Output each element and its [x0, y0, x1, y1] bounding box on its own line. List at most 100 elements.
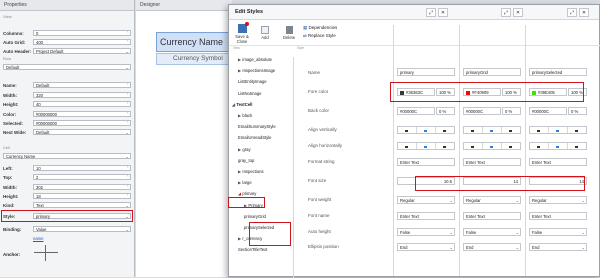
- align-center-icon[interactable]: [417, 143, 436, 149]
- align-vertical-toggle[interactable]: [529, 126, 587, 134]
- tree-item[interactable]: ListEntityImage: [238, 79, 267, 84]
- binding-link[interactable]: name: [33, 236, 43, 241]
- font-size-input[interactable]: 14: [529, 177, 587, 185]
- expand-arrow-icon[interactable]: ◢: [232, 102, 235, 107]
- font-size-input[interactable]: 14: [463, 177, 521, 185]
- tree-item[interactable]: ▶ gray: [238, 147, 251, 152]
- expand-arrow-icon[interactable]: ◢: [238, 191, 241, 196]
- property-value-field[interactable]: Default ⌃: [33, 82, 131, 88]
- property-value-field[interactable]: 10 ⌃: [33, 165, 131, 171]
- property-value-field[interactable]: 40 ⌃: [33, 101, 131, 107]
- ellipsis-select[interactable]: End ⌄: [529, 243, 587, 251]
- restore-icon[interactable]: ⤢: [501, 8, 511, 17]
- align-start-icon[interactable]: [464, 127, 483, 133]
- font-name-input[interactable]: Enter Text: [397, 212, 455, 220]
- auto-height-select[interactable]: False ⌄: [397, 228, 455, 236]
- align-start-icon[interactable]: [530, 127, 549, 133]
- property-value-field[interactable]: 0 ⌃: [33, 30, 131, 36]
- align-end-icon[interactable]: [436, 127, 454, 133]
- property-value-field[interactable]: 302 ⌃: [33, 184, 131, 190]
- row-select[interactable]: Default ⌄: [3, 64, 131, 70]
- tree-item[interactable]: gray_top: [238, 158, 254, 163]
- close-icon[interactable]: ✕: [513, 8, 523, 17]
- expand-arrow-icon[interactable]: ▶: [238, 180, 241, 185]
- align-start-icon[interactable]: [398, 127, 417, 133]
- expand-arrow-icon[interactable]: ▶: [238, 147, 241, 152]
- fore-color-picker[interactable]: #F40909: [463, 88, 501, 96]
- back-opacity[interactable]: 0 %: [502, 107, 521, 115]
- tree-item[interactable]: ▶ r_currency: [238, 236, 262, 241]
- anchor-picker[interactable]: [34, 245, 58, 261]
- align-end-icon[interactable]: [502, 143, 520, 149]
- align-start-icon[interactable]: [464, 143, 483, 149]
- fore-opacity[interactable]: 100 %: [436, 88, 455, 96]
- align-center-icon[interactable]: [549, 143, 568, 149]
- close-icon[interactable]: ✕: [438, 8, 448, 17]
- font-name-input[interactable]: Enter Text: [463, 212, 521, 220]
- align-center-icon[interactable]: [483, 143, 502, 149]
- delete-button[interactable]: Delete: [281, 26, 297, 40]
- property-value-field[interactable]: #00000000 ⌃: [33, 111, 131, 117]
- expand-arrow-icon[interactable]: ▶: [238, 169, 241, 174]
- expand-arrow-icon[interactable]: ▶: [244, 203, 247, 208]
- property-value-field[interactable]: Project Default ⌄: [33, 48, 131, 54]
- fore-opacity[interactable]: 100 %: [502, 88, 521, 96]
- align-horizontal-toggle[interactable]: [397, 142, 455, 150]
- property-value-field[interactable]: 320 ⌃: [33, 92, 131, 98]
- align-end-icon[interactable]: [436, 143, 454, 149]
- property-value-field[interactable]: Value ⌄: [33, 226, 131, 232]
- tree-item[interactable]: SectionTitleText: [238, 247, 267, 252]
- style-name-input[interactable]: primaryGrid: [463, 68, 521, 76]
- replace-style-button[interactable]: ⇄ Replace Style: [303, 33, 336, 39]
- font-weight-select[interactable]: Regular ⌄: [529, 196, 587, 204]
- fore-color-picker[interactable]: #36363C: [397, 88, 435, 96]
- restore-icon[interactable]: ⤢: [426, 8, 436, 17]
- back-color-picker[interactable]: #00000C: [463, 107, 501, 115]
- align-end-icon[interactable]: [568, 127, 586, 133]
- font-weight-select[interactable]: Regular ⌄: [463, 196, 521, 204]
- property-value-field[interactable]: Default ⌄: [33, 129, 131, 135]
- auto-height-select[interactable]: False ⌄: [529, 228, 587, 236]
- back-opacity[interactable]: 0 %: [568, 107, 587, 115]
- format-string-input[interactable]: Enter Text: [397, 158, 455, 166]
- format-string-input[interactable]: Enter Text: [463, 158, 521, 166]
- align-start-icon[interactable]: [398, 143, 417, 149]
- align-end-icon[interactable]: [502, 127, 520, 133]
- style-name-input[interactable]: primarySelected: [529, 68, 587, 76]
- tree-item[interactable]: EmailSummaryStyle: [238, 124, 276, 129]
- align-horizontal-toggle[interactable]: [463, 142, 521, 150]
- expand-arrow-icon[interactable]: ▶: [238, 236, 241, 241]
- align-end-icon[interactable]: [568, 143, 586, 149]
- expand-arrow-icon[interactable]: ▶: [238, 113, 241, 118]
- designer-cell-currency-name[interactable]: Currency Name: [156, 32, 236, 52]
- align-horizontal-toggle[interactable]: [529, 142, 587, 150]
- tree-item[interactable]: ▶ InspectionsImage: [238, 68, 275, 73]
- tree-item[interactable]: ▶ Primary: [244, 203, 263, 208]
- property-value-field[interactable]: 400 ⌃: [33, 39, 131, 45]
- auto-height-select[interactable]: False ⌄: [463, 228, 521, 236]
- tree-item[interactable]: ▶ Inspections: [238, 169, 264, 174]
- font-size-input[interactable]: 10.5: [397, 177, 455, 185]
- tree-item[interactable]: ◢ primary: [238, 191, 256, 196]
- ellipsis-select[interactable]: End ⌄: [397, 243, 455, 251]
- expand-arrow-icon[interactable]: ▶: [238, 57, 241, 62]
- ellipsis-select[interactable]: End ⌄: [463, 243, 521, 251]
- format-string-input[interactable]: Enter Text: [529, 158, 587, 166]
- tree-item[interactable]: ▶ image_absolute: [238, 57, 272, 62]
- property-value-field[interactable]: 2 ⌃: [33, 174, 131, 180]
- tree-item[interactable]: ListNoImage: [238, 91, 262, 96]
- expand-arrow-icon[interactable]: ▶: [238, 68, 241, 73]
- align-start-icon[interactable]: [530, 143, 549, 149]
- add-button[interactable]: Add: [257, 26, 273, 40]
- close-icon[interactable]: ✕: [579, 8, 589, 17]
- back-opacity[interactable]: 0 %: [436, 107, 455, 115]
- tree-item[interactable]: ▶ black: [238, 113, 252, 118]
- align-center-icon[interactable]: [483, 127, 502, 133]
- style-name-input[interactable]: primary: [397, 68, 455, 76]
- align-vertical-toggle[interactable]: [463, 126, 521, 134]
- cell-select[interactable]: Currency Name ⌄: [3, 153, 131, 159]
- align-center-icon[interactable]: [549, 127, 568, 133]
- save-close-button[interactable]: Save & Close: [233, 22, 251, 44]
- fore-opacity[interactable]: 100 %: [568, 88, 587, 96]
- property-value-field[interactable]: Text ⌄: [33, 202, 131, 208]
